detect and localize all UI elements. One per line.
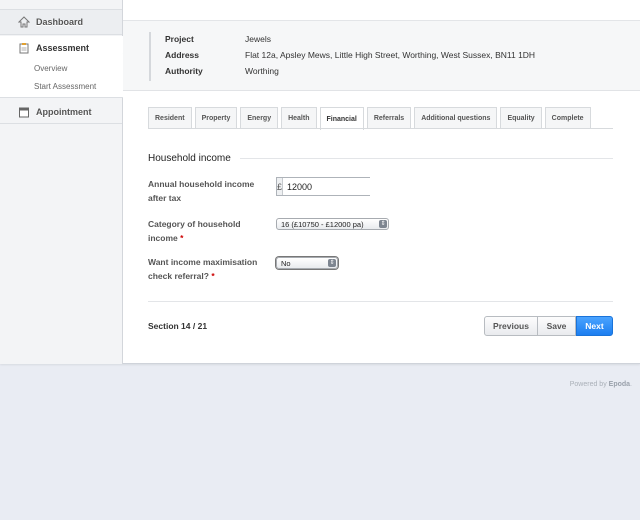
sidebar-subitem-overview[interactable]: Overview	[34, 64, 67, 73]
tab-complete[interactable]: Complete	[544, 107, 591, 129]
sidebar-subitem-start-assessment[interactable]: Start Assessment	[34, 82, 96, 91]
tab-financial[interactable]: Financial	[319, 107, 364, 130]
info-accent-bar	[149, 32, 151, 81]
assessment-submenu: Overview Start Assessment	[0, 60, 123, 98]
tab-resident[interactable]: Resident	[148, 107, 192, 129]
info-label: Address	[165, 50, 200, 60]
save-button[interactable]: Save	[538, 316, 576, 336]
label-line: check referral?	[148, 271, 209, 281]
sidebar-item-label: Assessment	[36, 43, 90, 53]
updown-arrows-icon: ⇕	[328, 259, 336, 267]
project-info-panel: Project Jewels Address Flat 12a, Apsley …	[123, 21, 640, 91]
select-value: 16 (£10750 - £12000 pa)	[281, 219, 364, 229]
tab-energy[interactable]: Energy	[240, 107, 279, 129]
tab-referrals[interactable]: Referrals	[366, 107, 412, 129]
sidebar: Dashboard Assessment Overview Start Asse…	[0, 0, 123, 364]
label-line: income	[148, 233, 178, 243]
tab-property[interactable]: Property	[194, 107, 238, 129]
sidebar-item-assessment[interactable]: Assessment	[0, 36, 123, 60]
info-row-project: Project Jewels	[165, 34, 271, 44]
required-marker: *	[211, 271, 215, 281]
income-input[interactable]	[283, 178, 405, 195]
referral-select[interactable]: No ⇕	[276, 257, 338, 269]
info-value: Worthing	[245, 66, 279, 76]
select-value: No	[281, 258, 291, 268]
updown-arrows-icon: ⇕	[379, 220, 387, 228]
income-label: Annual household income after tax	[148, 177, 268, 205]
sidebar-item-appointment[interactable]: Appointment	[0, 100, 122, 124]
sidebar-item-dashboard[interactable]: Dashboard	[0, 9, 122, 35]
app-frame: Dashboard Assessment Overview Start Asse…	[0, 0, 640, 364]
info-value: Flat 12a, Apsley Mews, Little High Stree…	[245, 50, 536, 60]
label-line: Annual household income	[148, 179, 255, 189]
required-marker: *	[180, 233, 184, 243]
label-line: after tax	[148, 193, 182, 203]
tab-additional-questions[interactable]: Additional questions	[414, 107, 498, 129]
income-category-select[interactable]: 16 (£10750 - £12000 pa) ⇕	[276, 218, 389, 230]
header-strip	[123, 0, 640, 21]
tab-divider	[148, 128, 613, 129]
home-icon	[18, 16, 30, 28]
sidebar-item-label: Dashboard	[36, 17, 84, 27]
clipboard-icon	[19, 43, 29, 54]
info-label: Project	[165, 34, 194, 44]
label-line: Want income maximisation	[148, 257, 258, 267]
assessment-tabs: Resident Property Energy Health Financia…	[148, 107, 594, 130]
powered-by: Powered by Epoda.	[569, 381, 632, 388]
previous-button[interactable]: Previous	[484, 316, 538, 336]
section-divider	[240, 158, 613, 159]
category-label: Category of household income *	[148, 217, 268, 245]
nav-button-group: Previous Save Next	[484, 316, 613, 336]
section-counter: Section 14 / 21	[148, 321, 208, 331]
tab-health[interactable]: Health	[281, 107, 317, 129]
tab-equality[interactable]: Equality	[500, 107, 542, 129]
label-line: Category of household	[148, 219, 241, 229]
info-label: Authority	[165, 66, 203, 76]
powered-brand-link[interactable]: Epoda	[609, 381, 630, 388]
section-title: Household income	[148, 153, 231, 164]
next-button[interactable]: Next	[576, 316, 613, 336]
info-row-address: Address Flat 12a, Apsley Mews, Little Hi…	[165, 50, 535, 60]
info-value: Jewels	[245, 34, 271, 44]
powered-prefix: Powered by	[569, 381, 607, 388]
referral-label: Want income maximisation check referral?…	[148, 255, 268, 283]
calendar-icon	[19, 107, 29, 117]
info-row-authority: Authority Worthing	[165, 66, 279, 76]
sidebar-item-label: Appointment	[36, 106, 92, 117]
income-input-group: £	[276, 177, 405, 196]
footer-divider	[148, 301, 613, 302]
